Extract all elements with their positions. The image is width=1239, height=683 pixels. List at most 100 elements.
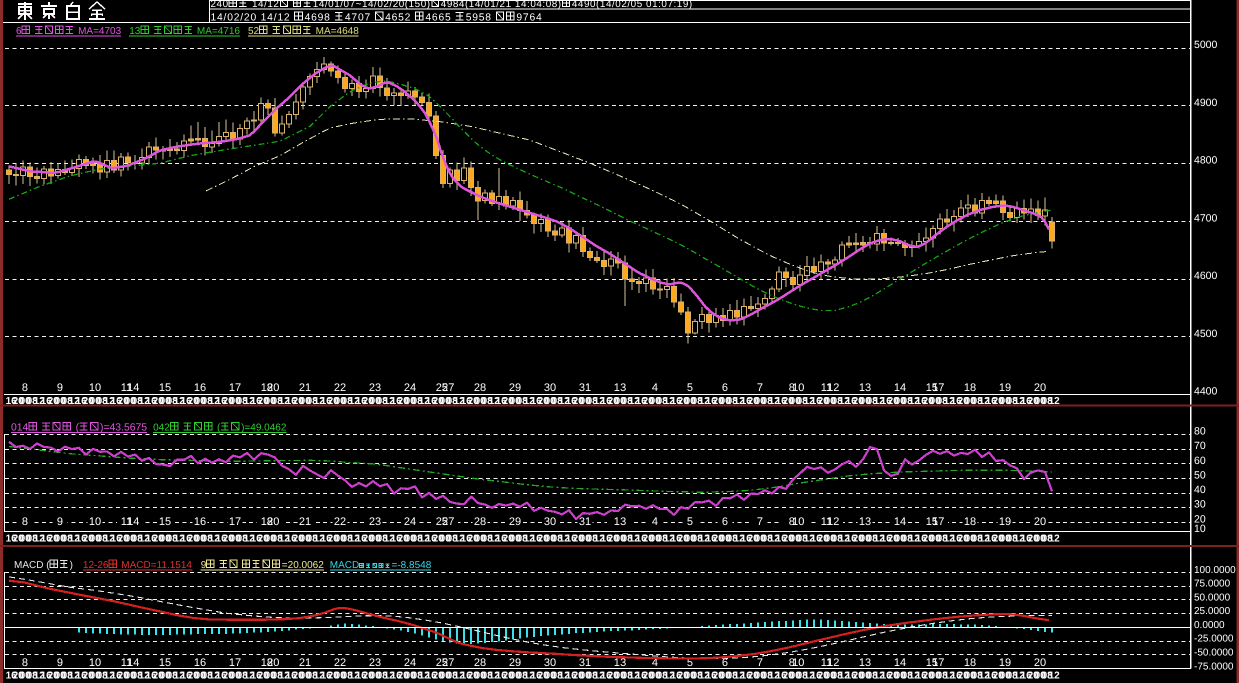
svg-text:042: 042 [153, 423, 170, 434]
svg-text:1620000812: 1620000812 [741, 534, 781, 545]
svg-text:1620000812: 1620000812 [566, 534, 606, 545]
svg-text:6: 6 [722, 382, 728, 394]
svg-text:1620000812: 1620000812 [566, 396, 606, 407]
svg-text:40: 40 [1194, 484, 1206, 496]
svg-text:-50.0000: -50.0000 [1194, 647, 1234, 658]
svg-text:14: 14 [127, 382, 139, 394]
svg-text:1620000812: 1620000812 [41, 534, 81, 545]
svg-text:1620000812: 1620000812 [391, 534, 431, 545]
svg-text:1620000812: 1620000812 [776, 396, 816, 407]
svg-text:14/12: 14/12 [249, 0, 280, 10]
svg-text:6: 6 [16, 26, 22, 37]
svg-text:014: 014 [11, 423, 29, 434]
svg-text:20: 20 [1034, 657, 1046, 669]
svg-text:1620000812: 1620000812 [6, 396, 46, 407]
svg-text:1620000812: 1620000812 [216, 534, 256, 545]
svg-text:13: 13 [129, 26, 141, 37]
svg-text:)=43.5675: )=43.5675 [100, 423, 147, 434]
svg-text:12: 12 [827, 382, 839, 394]
svg-text:19: 19 [999, 657, 1011, 669]
svg-text:50: 50 [1194, 469, 1206, 481]
svg-text:1620000812: 1620000812 [1021, 671, 1061, 682]
svg-text:1620000812: 1620000812 [321, 396, 361, 407]
svg-text:14: 14 [894, 382, 906, 394]
svg-text:12: 12 [827, 516, 839, 528]
svg-text:1620000812: 1620000812 [356, 396, 396, 407]
svg-text:10: 10 [89, 382, 101, 394]
svg-text:30: 30 [544, 657, 556, 669]
svg-text:1620000812: 1620000812 [6, 534, 46, 545]
svg-text:1620000812: 1620000812 [111, 534, 151, 545]
svg-text:1620000812: 1620000812 [636, 534, 676, 545]
svg-text:1620000812: 1620000812 [146, 671, 186, 682]
svg-text:1620000812: 1620000812 [181, 534, 221, 545]
svg-text:4600: 4600 [1194, 270, 1218, 282]
svg-text:28: 28 [474, 382, 486, 394]
svg-text:1620000812: 1620000812 [496, 396, 535, 407]
svg-text:13: 13 [859, 657, 871, 669]
svg-text:21: 21 [299, 382, 311, 394]
svg-text:29: 29 [509, 382, 521, 394]
svg-text:9: 9 [57, 382, 63, 394]
svg-text:-75.0000: -75.0000 [1194, 662, 1234, 673]
svg-text:16: 16 [194, 516, 206, 528]
svg-text:70: 70 [1194, 440, 1206, 452]
svg-text:4984(14/01/21 14:04:08): 4984(14/01/21 14:04:08) [441, 0, 562, 10]
svg-text:28: 28 [474, 657, 486, 669]
svg-text:1: 1 [614, 382, 620, 394]
svg-text:4500: 4500 [1194, 328, 1218, 340]
svg-text:1620000812: 1620000812 [251, 396, 291, 407]
svg-text:1620000812: 1620000812 [601, 396, 641, 407]
svg-text:23: 23 [369, 382, 381, 394]
svg-text:1620000812: 1620000812 [111, 671, 151, 682]
svg-text:1620000812: 1620000812 [76, 534, 116, 545]
svg-text:=20.0062: =20.0062 [282, 560, 324, 571]
svg-text:1620000812: 1620000812 [706, 396, 746, 407]
svg-text:1620000812: 1620000812 [181, 671, 221, 682]
svg-text:1620000812: 1620000812 [426, 534, 466, 545]
svg-text:1620000812: 1620000812 [461, 396, 501, 407]
svg-text:20: 20 [1034, 516, 1046, 528]
svg-text:MACD=11.1514: MACD=11.1514 [119, 560, 193, 571]
svg-text:1620000812: 1620000812 [986, 671, 1026, 682]
svg-text:1620000812: 1620000812 [986, 534, 1026, 545]
svg-text:8: 8 [22, 657, 28, 669]
svg-text:): ) [70, 560, 73, 571]
svg-text:1620000812: 1620000812 [636, 396, 676, 407]
svg-text:1620000812: 1620000812 [111, 396, 151, 407]
svg-text:6: 6 [722, 516, 728, 528]
svg-text:18: 18 [964, 516, 976, 528]
svg-text:16: 16 [194, 657, 206, 669]
svg-text:1620000812: 1620000812 [146, 534, 186, 545]
svg-text:1620000812: 1620000812 [881, 396, 921, 407]
svg-text:10: 10 [1194, 523, 1206, 535]
svg-text:4707: 4707 [345, 13, 375, 24]
svg-text:1620000812: 1620000812 [251, 671, 291, 682]
svg-text:1620000812: 1620000812 [321, 671, 361, 682]
svg-text:1620000812: 1620000812 [531, 396, 571, 407]
svg-text:12: 12 [827, 657, 839, 669]
svg-text:14/01/07~14/02/20(150): 14/01/07~14/02/20(150) [313, 0, 431, 10]
svg-text:15: 15 [159, 382, 171, 394]
svg-text:13: 13 [859, 516, 871, 528]
svg-text:10: 10 [792, 657, 804, 669]
svg-text:1620000812: 1620000812 [76, 671, 116, 682]
svg-text:1620000812: 1620000812 [286, 396, 326, 407]
svg-text:10: 10 [89, 657, 101, 669]
svg-text:7: 7 [757, 657, 763, 669]
svg-text:1: 1 [614, 516, 620, 528]
svg-text:17: 17 [229, 382, 241, 394]
svg-text:17: 17 [932, 516, 944, 528]
svg-text:52: 52 [248, 26, 260, 37]
svg-text:1620000812: 1620000812 [916, 396, 956, 407]
svg-text:)=49.0462: )=49.0462 [241, 423, 287, 434]
svg-text:5958: 5958 [466, 13, 496, 24]
svg-text:8: 8 [22, 382, 28, 394]
svg-text:30: 30 [544, 382, 556, 394]
svg-text:17: 17 [229, 657, 241, 669]
svg-text:MACD (: MACD ( [14, 560, 50, 571]
svg-text:100.0000: 100.0000 [1194, 565, 1236, 576]
svg-text:1620000812: 1620000812 [636, 671, 676, 682]
svg-text:1620000812: 1620000812 [391, 671, 431, 682]
svg-text:9: 9 [201, 560, 207, 571]
